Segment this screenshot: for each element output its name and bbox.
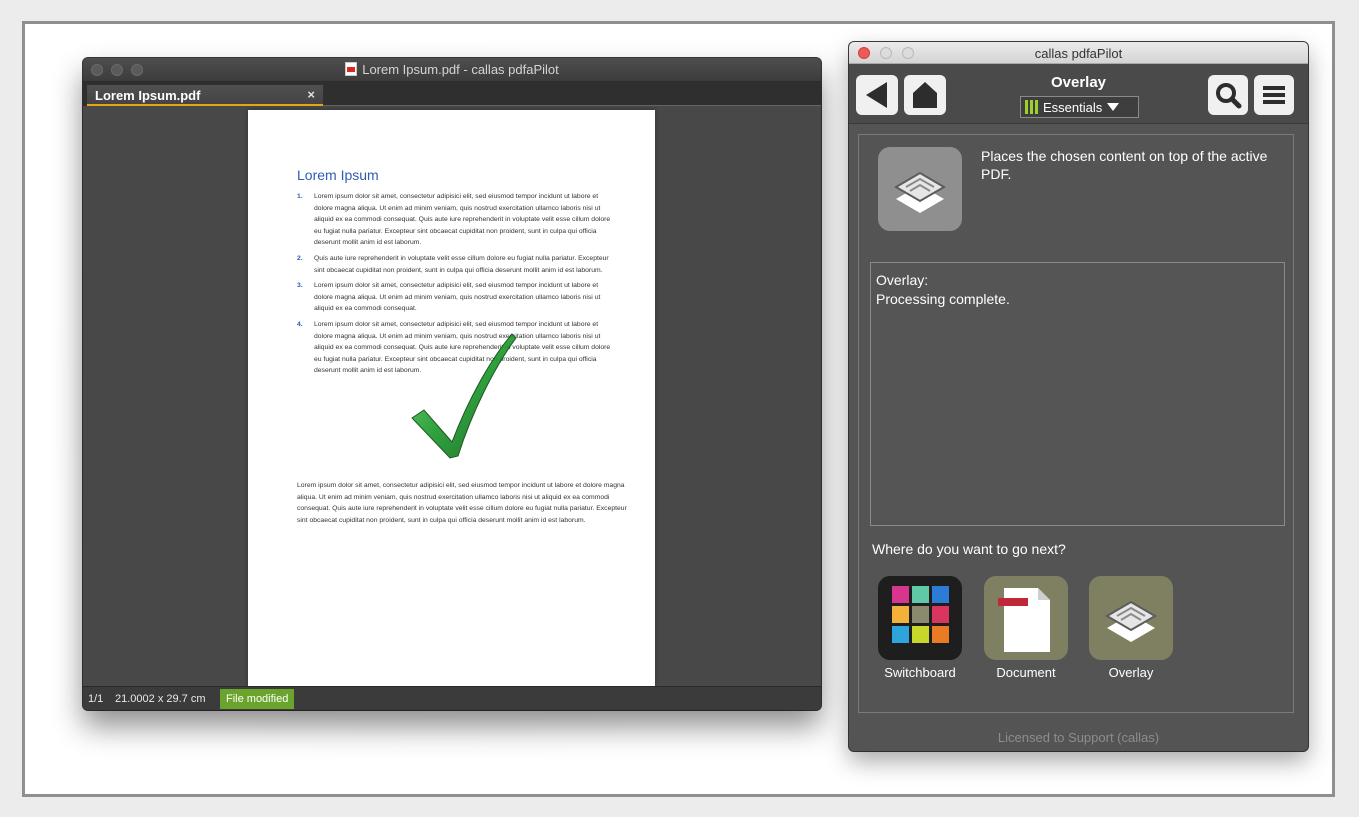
pdf-window-title: Lorem Ipsum.pdf - callas pdfaPilot	[362, 62, 559, 77]
pdf-window-title-wrap: Lorem Ipsum.pdf - callas pdfaPilot	[83, 62, 821, 77]
document-label: Document	[996, 665, 1056, 680]
status-page-size: 21.0002 x 29.7 cm	[115, 693, 206, 705]
chevron-down-icon	[1106, 103, 1119, 111]
pdf-titlebar[interactable]: Lorem Ipsum.pdf - callas pdfaPilot	[83, 58, 821, 82]
switchboard-grid	[892, 586, 949, 643]
tab-document[interactable]: Lorem Ipsum.pdf ×	[87, 85, 323, 106]
list-text: Lorem ipsum dolor sit amet, consectetur …	[314, 193, 611, 247]
pilot-titlebar[interactable]: callas pdfaPilot	[849, 42, 1308, 64]
list-number: 4.	[297, 320, 303, 328]
list-text: Quis aute iure reprehenderit in voluptat…	[314, 254, 609, 274]
result-message: Processing complete.	[876, 291, 1010, 307]
list-number: 2.	[297, 254, 303, 262]
menu-button[interactable]	[1254, 75, 1294, 115]
pilot-window-title: callas pdfaPilot	[1034, 46, 1123, 61]
tab-divider	[323, 105, 821, 106]
result-log: Overlay: Processing complete.	[870, 262, 1285, 526]
operation-description: Places the chosen content on top of the …	[981, 148, 1268, 182]
profile-label: Essentials	[1043, 100, 1103, 115]
switchboard-icon	[878, 576, 962, 660]
bars-icon	[1025, 100, 1039, 114]
list-text: Lorem ipsum dolor sit amet, consectetur …	[314, 282, 601, 313]
license-text: Licensed to Support (callas)	[997, 730, 1160, 745]
profile-dropdown[interactable]: Essentials	[1020, 96, 1139, 118]
document-icon	[984, 576, 1068, 660]
status-bar: 1/1 21.0002 x 29.7 cm File modified	[83, 686, 821, 710]
document-glyph	[998, 588, 1050, 652]
status-badge: File modified	[220, 689, 295, 709]
search-icon	[1216, 83, 1242, 109]
overlay-icon	[878, 147, 962, 231]
doc-paragraph: Lorem ipsum dolor sit amet, consectetur …	[297, 482, 627, 524]
list-item: 2. Quis aute iure reprehenderit in volupt…	[297, 253, 615, 276]
next-overlay-button[interactable]: Overlay	[1086, 576, 1176, 680]
tab-label: Lorem Ipsum.pdf	[95, 88, 201, 103]
hamburger-menu-icon	[1263, 86, 1285, 104]
operation-panel: Places the chosen content on top of the …	[858, 134, 1294, 713]
list-item: 3. Lorem ipsum dolor sit amet, consectetu…	[297, 280, 615, 315]
next-switchboard-button[interactable]: Switchboard	[875, 576, 965, 680]
doc-heading: Lorem Ipsum	[297, 167, 379, 183]
pdf-page[interactable]: Lorem Ipsum 1. Lorem ipsum dolor sit amet…	[248, 110, 655, 686]
pilot-toolbar: Overlay Essentials	[849, 64, 1308, 124]
result-title: Overlay:	[876, 272, 929, 288]
search-button[interactable]	[1208, 75, 1248, 115]
overlay-glyph	[1105, 600, 1157, 642]
list-number: 3.	[297, 282, 303, 290]
list-item: 1. Lorem ipsum dolor sit amet, consectetu…	[297, 191, 615, 249]
status-page: 1/1	[88, 693, 104, 705]
next-steps-label: Where do you want to go next?	[872, 541, 1066, 557]
overlay-glyph	[894, 171, 946, 213]
pdf-window: Lorem Ipsum.pdf - callas pdfaPilot Lorem…	[83, 58, 821, 710]
next-document-button[interactable]: Document	[981, 576, 1071, 680]
checkmark-overlay-icon	[411, 333, 517, 459]
pilot-window: callas pdfaPilot Overlay Essentials Plac…	[849, 42, 1308, 751]
overlay-icon	[1089, 576, 1173, 660]
tab-close-icon[interactable]: ×	[307, 87, 315, 102]
overlay-label: Overlay	[1108, 665, 1154, 680]
tab-bar: Lorem Ipsum.pdf ×	[83, 82, 821, 106]
pdf-file-icon	[345, 62, 358, 76]
switchboard-label: Switchboard	[884, 665, 956, 680]
list-number: 1.	[297, 193, 303, 200]
